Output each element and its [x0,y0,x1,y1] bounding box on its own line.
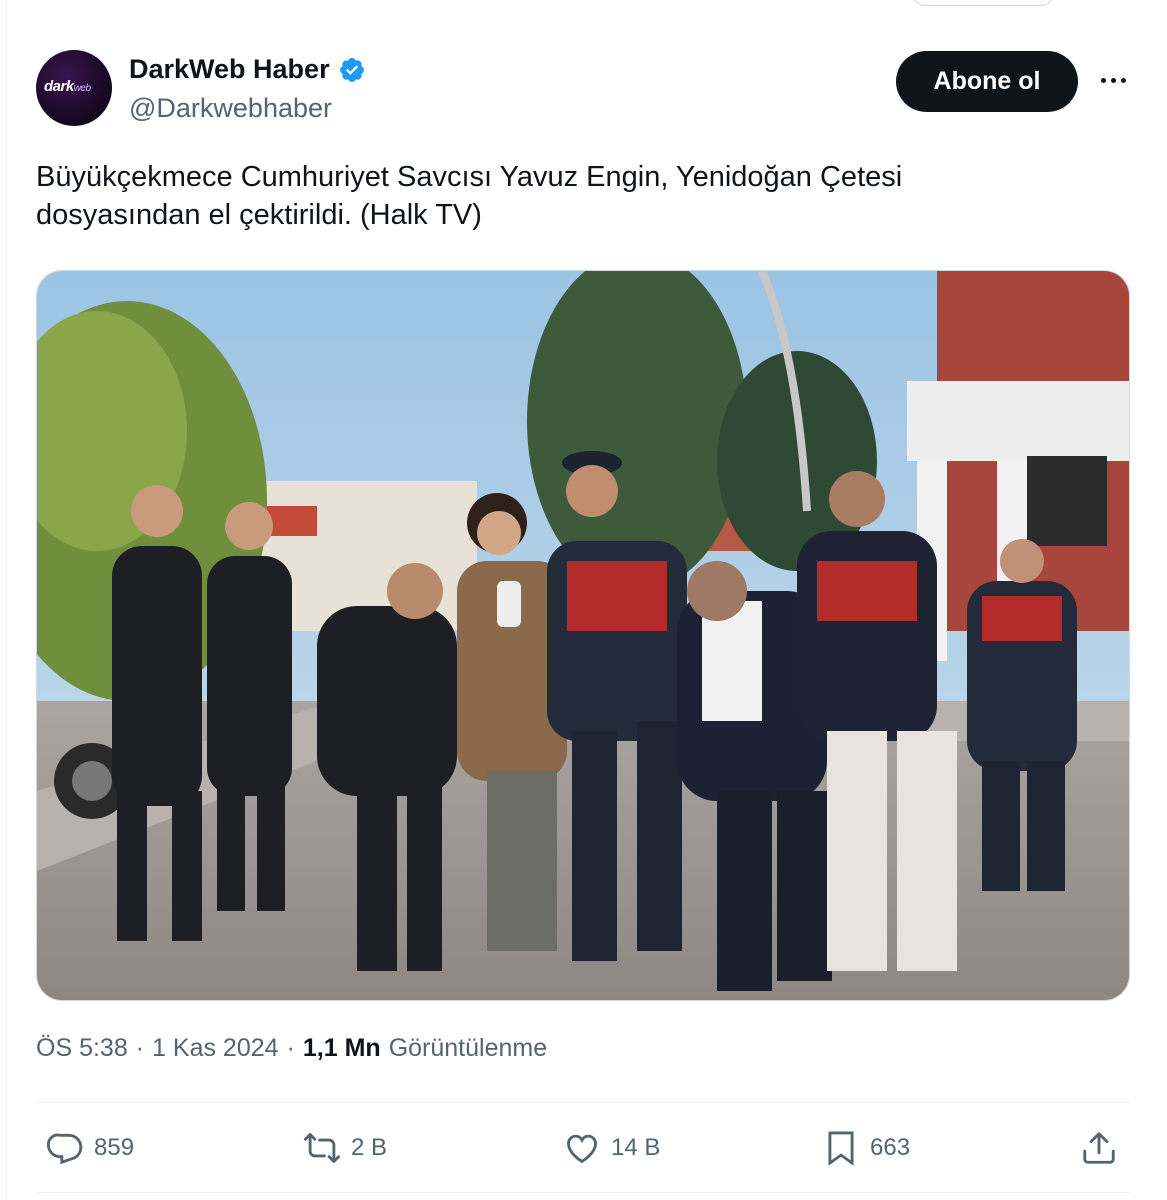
tweet-time[interactable]: ÖS 5:38 [36,1034,128,1063]
bookmark-count: 663 [870,1134,911,1161]
reply-count: 859 [94,1134,135,1161]
share-icon [1083,1132,1115,1164]
avatar[interactable]: darkweb [36,50,112,126]
bookmark-icon [828,1131,854,1166]
repost-button[interactable]: 2 B [303,1126,387,1170]
display-name[interactable]: DarkWeb Haber [129,54,330,85]
reply-button[interactable]: 859 [46,1126,134,1170]
tweet-meta: ÖS 5:38 · 1 Kas 2024 · 1,1 Mn Görüntülen… [36,1034,547,1063]
divider [36,1192,1130,1193]
share-button[interactable] [1080,1126,1118,1170]
like-button[interactable]: 14 B [563,1126,660,1170]
tweet-photo[interactable] [36,270,1130,1001]
tweet-text-line: Büyükçekmece Cumhuriyet Savcısı Yavuz En… [36,161,903,193]
heart-icon [567,1134,597,1164]
repost-count: 2 B [351,1134,388,1161]
previous-element-edge [912,0,1054,6]
reply-icon [46,1133,83,1165]
views-label: Görüntülenme [388,1034,548,1062]
view-count: 1,1 Mn [302,1034,381,1062]
divider [36,1102,1130,1103]
left-border [6,0,7,1200]
more-options-icon[interactable] [1093,68,1133,92]
verified-badge-icon [339,57,364,82]
tweet-photo-illustration [37,271,1129,1000]
like-count: 14 B [611,1134,661,1161]
avatar-logo: darkweb [44,78,91,95]
author-name-row[interactable]: DarkWeb Haber [129,54,366,85]
repost-icon [303,1133,341,1163]
meta-separator: · [135,1034,145,1062]
follow-button[interactable]: Abone ol [896,51,1078,112]
bookmark-button[interactable]: 663 [822,1126,910,1170]
tweet-date[interactable]: 1 Kas 2024 [152,1034,279,1063]
tweet-text: Büyükçekmece Cumhuriyet Savcısı Yavuz En… [36,158,1116,234]
tweet-text-line: dosyasından el çektirildi. (Halk TV) [36,199,482,231]
author-handle[interactable]: @Darkwebhaber [129,93,332,124]
meta-separator: · [286,1034,295,1062]
